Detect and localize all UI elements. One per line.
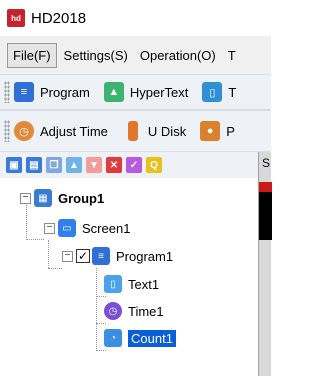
toolbar-grip[interactable]	[4, 81, 10, 103]
menu-t[interactable]: T	[223, 44, 241, 67]
text-label: T	[228, 84, 237, 100]
tree-node-group[interactable]: − ▦ Group1	[20, 186, 104, 210]
menu-operation[interactable]: Operation(O)	[135, 44, 221, 67]
text-label: Text1	[128, 276, 160, 292]
program-icon: ≡	[92, 247, 110, 265]
p-button[interactable]: ● P	[200, 121, 235, 141]
check-icon[interactable]: ✓	[126, 157, 142, 173]
search-icon[interactable]: Q	[146, 157, 162, 173]
tree-toolbar: ▣ ▤ ❐ ▲ ▼ ✕ ✓ Q	[0, 152, 258, 178]
screen-label: Screen1	[82, 220, 131, 236]
program-label: Program1	[116, 248, 174, 264]
monitor-icon: ▭	[58, 219, 76, 237]
people-icon: ●	[200, 121, 221, 141]
preview-text: S	[262, 156, 271, 170]
p-label: P	[226, 123, 235, 139]
count-label: Count1	[128, 329, 176, 347]
clock-icon: ◷	[14, 121, 34, 141]
tree-node-count[interactable]: ◔ Count1	[104, 326, 176, 350]
count-icon: ◔	[104, 329, 122, 347]
collapse-toggle[interactable]: −	[20, 192, 31, 204]
u-disk-label: U Disk	[147, 123, 187, 139]
secondary-toolbar: ◷ Adjust Time U Disk ● P	[0, 110, 271, 152]
image-icon: ▲	[103, 82, 124, 102]
text-icon: ▯	[202, 82, 223, 102]
preview-black-area	[259, 192, 272, 240]
hypertext-label: HyperText	[129, 84, 189, 100]
preview-panel: S	[258, 152, 272, 376]
app-logo: hd	[7, 9, 25, 27]
tree-node-time[interactable]: ◷ Time1	[104, 299, 164, 323]
preview-red-strip	[259, 182, 272, 192]
copy-icon[interactable]: ❐	[46, 157, 62, 173]
add-screen-icon[interactable]: ▣	[6, 157, 22, 173]
add-program-icon[interactable]: ▤	[26, 157, 42, 173]
collapse-toggle[interactable]: −	[62, 250, 73, 262]
project-tree: − ▦ Group1 − ▭ Screen1 − ✓ ≡ Program1 ▯ …	[0, 178, 258, 376]
tree-line	[96, 296, 106, 297]
tree-line	[96, 350, 106, 351]
text-button[interactable]: ▯ T	[202, 82, 236, 102]
collapse-toggle[interactable]: −	[44, 222, 55, 234]
group-icon: ▦	[34, 189, 52, 207]
program-label: Program	[40, 84, 90, 100]
move-down-icon[interactable]: ▼	[86, 157, 102, 173]
move-up-icon[interactable]: ▲	[66, 157, 82, 173]
tree-node-text[interactable]: ▯ Text1	[104, 272, 159, 296]
tree-node-program[interactable]: − ✓ ≡ Program1	[62, 244, 173, 268]
adjust-time-button[interactable]: ◷ Adjust Time	[14, 121, 108, 141]
menu-file[interactable]: File(F)	[7, 42, 57, 68]
group-label: Group1	[58, 190, 105, 206]
text-area-icon: ▯	[104, 275, 122, 293]
time-icon: ◷	[104, 302, 122, 320]
tree-line	[26, 239, 44, 240]
delete-icon[interactable]: ✕	[106, 157, 122, 173]
hypertext-button[interactable]: ▲ HyperText	[103, 82, 189, 102]
program-icon: ≡	[14, 82, 34, 102]
tree-line	[48, 240, 49, 268]
time-label: Time1	[128, 303, 164, 319]
u-disk-button[interactable]: U Disk	[122, 121, 186, 141]
program-button[interactable]: ≡ Program	[14, 82, 90, 102]
main-toolbar: ≡ Program ▲ HyperText ▯ T	[0, 74, 271, 110]
tree-line	[48, 268, 62, 269]
tree-line	[96, 323, 106, 324]
window-title: HD2018	[31, 9, 87, 27]
program-checkbox[interactable]: ✓	[76, 249, 90, 263]
usb-icon	[127, 121, 138, 141]
menu-settings[interactable]: Settings(S)	[59, 44, 133, 67]
adjust-time-label: Adjust Time	[40, 123, 108, 139]
menu-bar: File(F) Settings(S) Operation(O) T	[0, 36, 271, 74]
toolbar-grip[interactable]	[4, 120, 10, 142]
tree-node-screen[interactable]: − ▭ Screen1	[44, 216, 130, 240]
title-bar: hd HD2018	[0, 0, 271, 36]
tree-line	[96, 268, 97, 351]
